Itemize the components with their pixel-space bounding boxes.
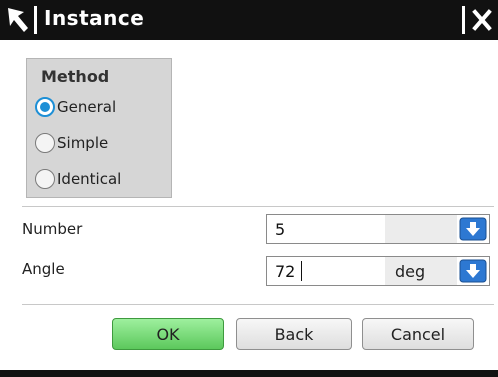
angle-unit: deg [395, 262, 426, 281]
radio-simple-label: Simple [57, 134, 109, 152]
number-field[interactable]: 5 [266, 214, 490, 244]
number-field-shade [385, 215, 457, 243]
method-title: Method [41, 67, 110, 86]
radio-identical[interactable]: Identical [35, 167, 121, 191]
title-separator [34, 6, 37, 34]
divider-bottom [22, 304, 494, 305]
angle-label: Angle [22, 260, 65, 278]
bottom-border [0, 370, 498, 377]
radio-identical-icon[interactable] [35, 169, 55, 189]
back-button[interactable]: Back [236, 318, 352, 350]
ok-button[interactable]: OK [112, 318, 224, 350]
cancel-button[interactable]: Cancel [362, 318, 474, 350]
method-group: Method General Simple Identical [26, 58, 172, 198]
close-separator [462, 6, 465, 34]
radio-general-label: General [57, 98, 117, 116]
number-value[interactable]: 5 [275, 220, 285, 239]
angle-field[interactable]: 72 deg [266, 256, 490, 286]
radio-general-checked-icon[interactable] [35, 97, 55, 117]
chevron-down-icon[interactable] [459, 217, 487, 241]
number-label: Number [22, 220, 83, 238]
radio-simple-icon[interactable] [35, 133, 55, 153]
arrow-icon [8, 8, 28, 32]
angle-value[interactable]: 72 [275, 262, 295, 281]
window-title: Instance [44, 6, 145, 30]
close-icon[interactable] [466, 4, 498, 36]
radio-identical-label: Identical [57, 170, 122, 188]
title-bar: Instance [0, 0, 498, 40]
chevron-down-icon[interactable] [459, 259, 487, 283]
radio-general[interactable]: General [35, 95, 116, 119]
divider-top [22, 206, 494, 207]
radio-simple[interactable]: Simple [35, 131, 108, 155]
text-caret [301, 261, 302, 281]
